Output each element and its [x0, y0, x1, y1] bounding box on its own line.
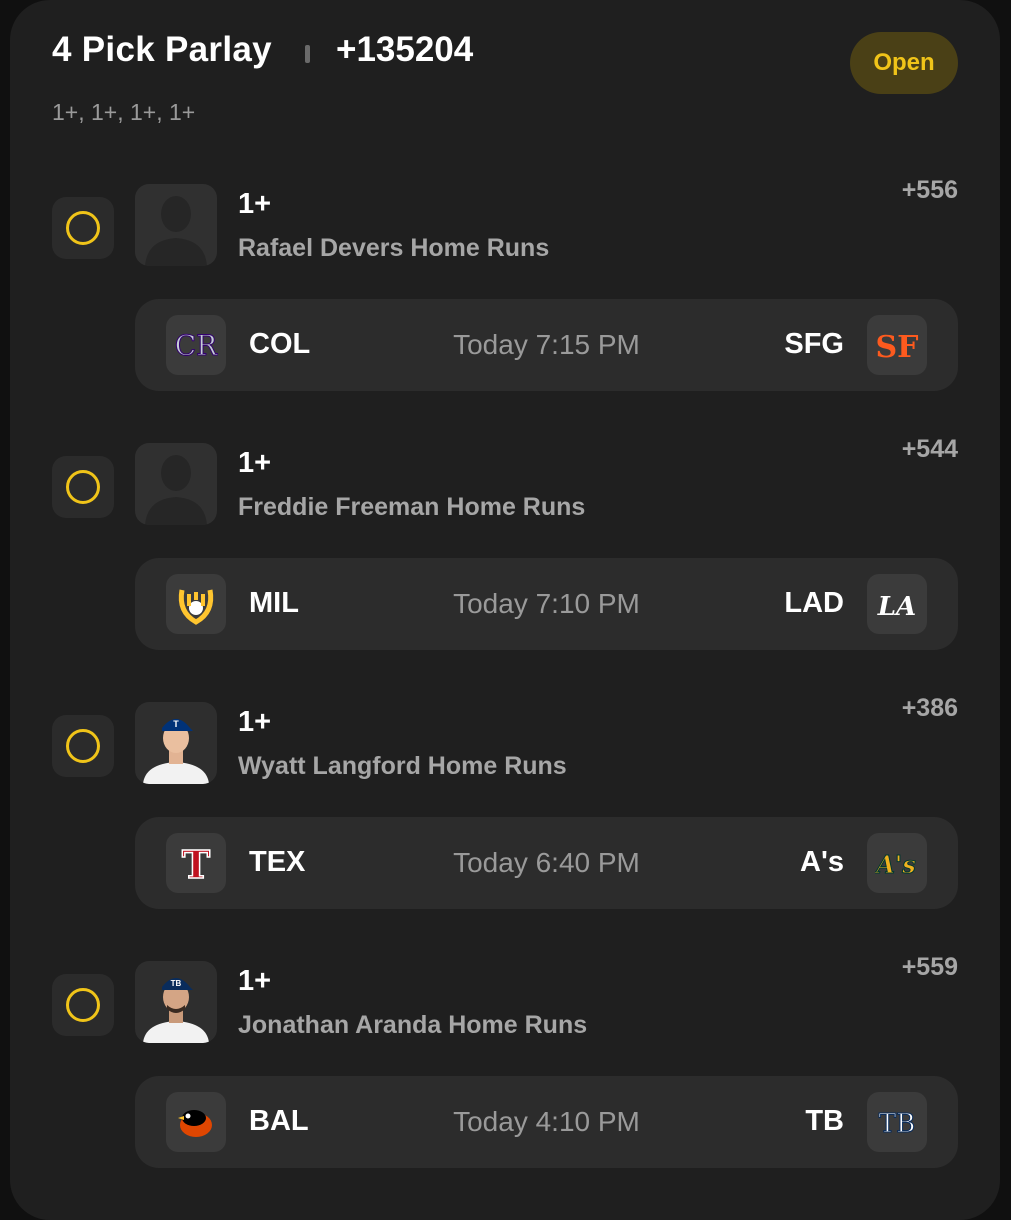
leg-line: 1+: [238, 188, 272, 220]
leg-market: Freddie Freeman Home Runs: [238, 493, 586, 521]
legs-summary: 1+, 1+, 1+, 1+: [52, 99, 196, 125]
parlay-leg: T 1+ Wyatt Langford Home Runs +386 T TEX…: [0, 694, 1011, 932]
giants-logo-icon: SF: [867, 315, 927, 375]
player-avatar: TB: [135, 961, 217, 1043]
radio-circle-icon: [66, 470, 100, 504]
svg-text:LA: LA: [877, 592, 916, 622]
svg-text:TB: TB: [171, 979, 182, 988]
player-avatar: T: [135, 702, 217, 784]
leg-select-toggle[interactable]: [52, 197, 114, 259]
leg-market: Jonathan Aranda Home Runs: [238, 1011, 588, 1039]
leg-odds: +556: [901, 176, 958, 204]
leg-odds: +559: [901, 953, 958, 981]
title-divider: [305, 45, 310, 63]
radio-circle-icon: [66, 211, 100, 245]
player-avatar: [135, 184, 217, 266]
home-team: LAD: [784, 587, 844, 619]
radio-circle-icon: [66, 988, 100, 1022]
leg-line: 1+: [238, 706, 272, 738]
leg-market: Wyatt Langford Home Runs: [238, 752, 567, 780]
svg-text:TB: TB: [879, 1109, 915, 1139]
svg-text:SF: SF: [876, 330, 919, 365]
home-team: A's: [800, 846, 844, 878]
svg-text:T: T: [173, 719, 179, 729]
athletics-logo-icon: A's: [867, 833, 927, 893]
game-row[interactable]: BAL Today 4:10 PM TB TB: [135, 1076, 958, 1168]
radio-circle-icon: [66, 729, 100, 763]
leg-select-toggle[interactable]: [52, 715, 114, 777]
leg-line: 1+: [238, 965, 272, 997]
parlay-title: 4 Pick Parlay: [52, 30, 272, 69]
rays-logo-icon: TB: [867, 1092, 927, 1152]
home-team: SFG: [784, 328, 844, 360]
leg-market: Rafael Devers Home Runs: [238, 234, 550, 262]
game-row[interactable]: T TEX Today 6:40 PM A's A's: [135, 817, 958, 909]
game-row[interactable]: CR COL Today 7:15 PM SFG SF: [135, 299, 958, 391]
parlay-odds: +135204: [336, 30, 474, 69]
status-badge[interactable]: Open: [850, 32, 958, 94]
parlay-leg: 1+ Rafael Devers Home Runs +556 CR COL T…: [0, 176, 1011, 414]
parlay-leg: 1+ Freddie Freeman Home Runs +544 MIL To…: [0, 435, 1011, 673]
leg-odds: +386: [901, 694, 958, 722]
leg-select-toggle[interactable]: [52, 456, 114, 518]
svg-text:A's: A's: [875, 850, 916, 879]
leg-line: 1+: [238, 447, 272, 479]
player-avatar: [135, 443, 217, 525]
game-row[interactable]: MIL Today 7:10 PM LAD LA: [135, 558, 958, 650]
leg-select-toggle[interactable]: [52, 974, 114, 1036]
dodgers-logo-icon: LA: [867, 574, 927, 634]
home-team: TB: [805, 1105, 844, 1137]
leg-odds: +544: [901, 435, 958, 463]
parlay-leg: TB 1+ Jonathan Aranda Home Runs +559 BAL…: [0, 953, 1011, 1191]
